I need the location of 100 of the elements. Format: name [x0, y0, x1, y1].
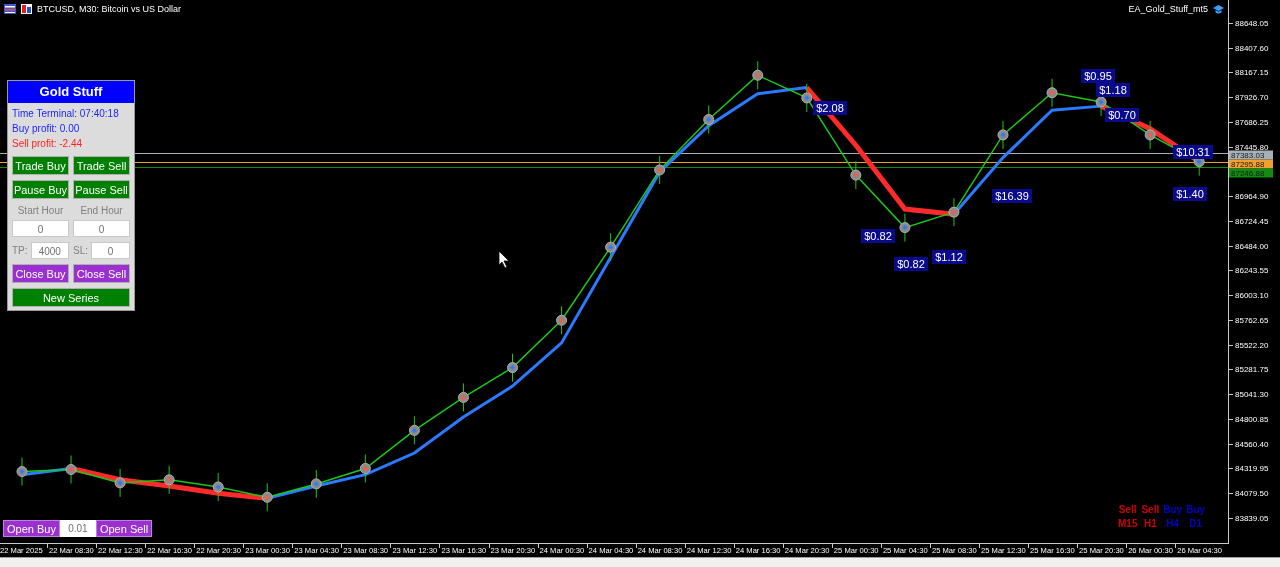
hour-field[interactable]: 0: [73, 220, 130, 237]
axis-label: 84079.50: [1235, 489, 1269, 499]
price-tag: 87383.03: [1229, 150, 1273, 160]
candle-wick: [70, 455, 72, 484]
axis-label: 86003.10: [1235, 291, 1269, 301]
field-label: SL:: [73, 243, 88, 258]
signal-timeframe: M15: [1118, 517, 1138, 531]
axis-label: 86484.00: [1235, 241, 1269, 251]
signal-direction: Buy: [1163, 503, 1183, 517]
signal-timeframe: H4: [1165, 517, 1181, 531]
profit-label: $0.82: [861, 229, 895, 243]
trade-marker: [605, 241, 617, 253]
candle-wick: [21, 457, 23, 487]
trade-marker: [1144, 129, 1156, 141]
axis-label: 86243.55: [1235, 266, 1269, 276]
trade-marker: [850, 169, 862, 181]
candle-wick: [512, 353, 513, 383]
axis-label: 85762.65: [1235, 315, 1269, 325]
expert-name: EA_Gold_Stuff_mt5: [1128, 4, 1208, 14]
pause-button[interactable]: Pause Sell: [73, 180, 130, 199]
field-label: Start Hour: [16, 204, 65, 218]
price-tag: 87246.88: [1229, 168, 1273, 178]
axis-label: 83839.05: [1235, 514, 1269, 523]
candle-wick: [217, 472, 219, 502]
trade-marker: [507, 362, 518, 374]
axis-label: 88407.60: [1235, 43, 1269, 53]
axis-label: 85041.30: [1235, 390, 1269, 400]
candle-wick: [364, 453, 366, 483]
pause-button[interactable]: Pause Buy: [12, 180, 69, 199]
input-field[interactable]: 4000: [30, 242, 69, 259]
axis-label: 85522.20: [1235, 340, 1269, 350]
close-button[interactable]: Close Sell: [73, 264, 130, 283]
candle-wick: [953, 197, 955, 227]
chart-icon: [21, 4, 32, 14]
close-button[interactable]: Close Buy: [12, 264, 69, 283]
trade-marker: [899, 222, 911, 234]
open-sell-button[interactable]: Open Sell: [95, 520, 153, 537]
input-field[interactable]: 0: [91, 242, 130, 259]
profit-label: $10.31: [1173, 145, 1213, 159]
time-label: Time Terminal: 07:40:18: [11, 107, 120, 121]
profit-label: $16.39: [992, 189, 1032, 203]
profit-label: $0.95: [1081, 69, 1115, 83]
trade-marker: [1046, 87, 1058, 99]
candle-wick: [1051, 78, 1053, 108]
field-label: End Hour: [79, 204, 124, 218]
profit-label: $1.40: [1173, 187, 1207, 201]
lot-field[interactable]: 0.01: [59, 520, 96, 537]
axis-label: 84319.95: [1235, 464, 1269, 474]
menu-icon[interactable]: [4, 4, 16, 14]
new-series-button[interactable]: New Series: [12, 288, 130, 307]
signal-timeframe: D1: [1188, 517, 1203, 531]
profit-label: $1.12: [932, 250, 966, 264]
cursor-icon: [498, 250, 510, 269]
candle-wick: [757, 60, 759, 90]
trade-marker: [408, 424, 420, 436]
candle-wick: [119, 468, 121, 498]
candle-wick: [659, 155, 661, 185]
axis-label: 87926.70: [1235, 93, 1269, 103]
trade-button[interactable]: Trade Sell: [73, 156, 130, 175]
candle-wick: [315, 469, 317, 499]
buy-profit-label: Buy profit: 0.00: [11, 122, 81, 136]
candle-wick: [1149, 120, 1151, 150]
trade-marker: [310, 478, 322, 490]
trade-button[interactable]: Trade Buy: [12, 156, 69, 175]
profit-label: $0.82: [894, 257, 928, 271]
profit-label: $0.70: [1105, 108, 1139, 122]
field-label: TP:: [12, 243, 28, 258]
sell-profit-label: Sell profit: -2.44: [11, 137, 84, 151]
ref-line-label: 87383.03: [1231, 151, 1265, 160]
candle-wick: [462, 382, 464, 412]
profit-label: $2.08: [813, 101, 847, 115]
axis-label: 86724.45: [1235, 216, 1269, 226]
price-tag: 87295.88: [1229, 159, 1273, 169]
signal-timeframe: H1: [1142, 517, 1158, 531]
axis-label: 84560.40: [1235, 439, 1269, 449]
graduation-cap-icon: [1213, 4, 1224, 14]
trade-marker: [16, 466, 28, 478]
trade-marker: [997, 129, 1009, 141]
trade-marker: [359, 462, 371, 474]
trade-marker: [654, 164, 666, 176]
candle-wick: [561, 305, 563, 335]
window-title: BTCUSD, M30: Bitcoin vs US Dollar: [37, 4, 182, 14]
axis-label: 87686.25: [1235, 117, 1269, 127]
axis-label: 88648.05: [1235, 18, 1269, 28]
hour-field[interactable]: 0: [12, 220, 69, 237]
candle-wick: [1002, 120, 1004, 150]
ref-line-label: 87295.88: [1231, 160, 1265, 169]
trade-marker: [65, 464, 77, 475]
axis-label: 86964.90: [1235, 192, 1269, 202]
trade-marker: [457, 391, 469, 403]
trade-marker: [556, 314, 568, 326]
candle-wick: [413, 415, 415, 445]
candle-wick: [168, 465, 170, 495]
open-buy-button[interactable]: Open Buy: [3, 520, 60, 537]
trade-marker: [948, 206, 960, 218]
trade-marker: [212, 481, 224, 493]
ref-line-label: 87246.88: [1231, 169, 1265, 178]
trade-marker: [703, 114, 715, 125]
candle-wick: [266, 482, 268, 512]
candle-wick: [855, 160, 857, 190]
